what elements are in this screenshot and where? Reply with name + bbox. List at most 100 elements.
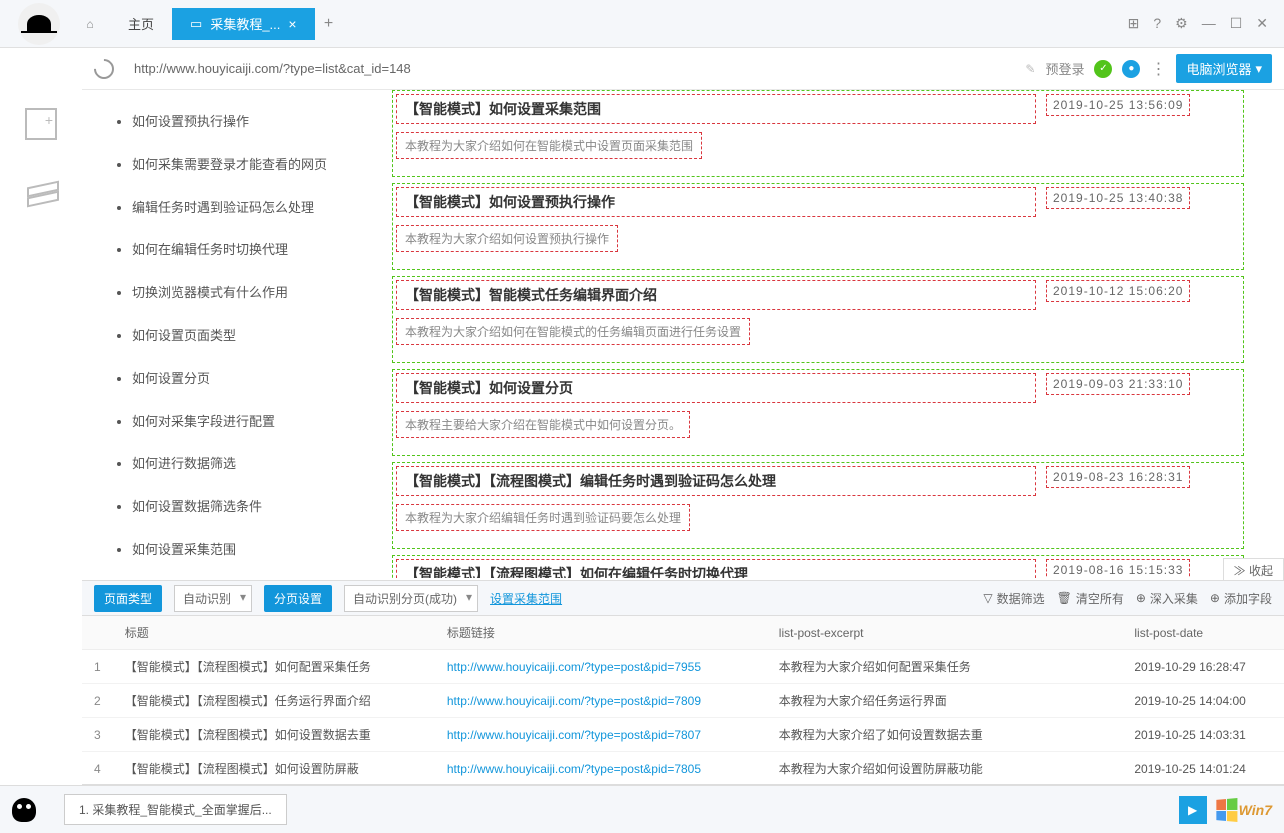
status-blue-icon[interactable]: ● (1122, 60, 1140, 78)
sidebar-item[interactable]: 如何设置数据筛选条件 (132, 497, 362, 518)
close-button[interactable]: ✕ (1256, 15, 1268, 32)
table-row[interactable]: 1【智能模式】【流程图模式】如何配置采集任务http://www.houyica… (82, 650, 1284, 684)
table-row[interactable]: 2【智能模式】【流程图模式】任务运行界面介绍http://www.houyica… (82, 684, 1284, 718)
row-index: 1 (82, 650, 113, 684)
gift-icon[interactable]: ⊞ (1128, 15, 1140, 32)
post-date: 2019-10-25 13:40:38 (1046, 187, 1190, 209)
layers-icon[interactable] (27, 180, 55, 208)
reload-icon[interactable] (90, 54, 118, 82)
left-rail (0, 48, 82, 785)
status-green-icon[interactable]: ✓ (1094, 60, 1112, 78)
window-controls: ⊞ ? ⚙ — ☐ ✕ (1120, 15, 1276, 32)
post-date: 2019-10-25 13:56:09 (1046, 94, 1190, 116)
post-item: 【智能模式】智能模式任务编辑界面介绍 2019-10-12 15:06:20 本教程… (392, 276, 1244, 363)
cell-title: 【智能模式】【流程图模式】如何设置防屏蔽 (113, 752, 435, 786)
page-type-button[interactable]: 页面类型 (94, 585, 162, 612)
sidebar-item[interactable]: 编辑任务时遇到验证码怎么处理 (132, 198, 362, 219)
tab-label: 采集教程_... (210, 14, 280, 33)
cell-title: 【智能模式】【流程图模式】如何设置数据去重 (113, 718, 435, 752)
play-button[interactable]: ▶ (1179, 796, 1207, 824)
row-index: 3 (82, 718, 113, 752)
column-header[interactable]: 标题链接 (435, 616, 767, 650)
column-header[interactable]: list-post-excerpt (767, 616, 1123, 650)
cell-link[interactable]: http://www.houyicaiji.com/?type=post&pid… (435, 650, 767, 684)
post-title[interactable]: 【智能模式】如何设置采集范围 (396, 94, 1036, 124)
gear-icon[interactable]: ⚙ (1175, 15, 1188, 32)
filter-button[interactable]: ▽数据筛选 (983, 590, 1044, 607)
post-date: 2019-09-03 21:33:10 (1046, 373, 1190, 395)
post-date: 2019-08-16 15:15:33 (1046, 559, 1190, 578)
sidebar-item[interactable]: 如何进行数据筛选 (132, 454, 362, 475)
post-date: 2019-10-12 15:06:20 (1046, 280, 1190, 302)
sidebar-item[interactable]: 如何在编辑任务时切换代理 (132, 240, 362, 261)
cell-date: 2019-10-29 16:28:47 (1122, 650, 1284, 684)
post-title[interactable]: 【智能模式】智能模式任务编辑界面介绍 (396, 280, 1036, 310)
paging-set-button[interactable]: 分页设置 (264, 585, 332, 612)
avatar[interactable] (18, 3, 60, 45)
post-title[interactable]: 【智能模式】【流程图模式】如何在编辑任务时切换代理 (396, 559, 1036, 578)
post-title[interactable]: 【智能模式】如何设置预执行操作 (396, 187, 1036, 217)
close-icon[interactable]: × (288, 16, 296, 32)
post-item: 【智能模式】如何设置预执行操作 2019-10-25 13:40:38 本教程为大家… (392, 183, 1244, 270)
chevron-down-icon: ▾ (1255, 61, 1262, 77)
url-input[interactable]: http://www.houyicaiji.com/?type=list&cat… (124, 55, 1015, 83)
sidebar-item[interactable]: 切换浏览器模式有什么作用 (132, 283, 362, 304)
sidebar-item[interactable]: 如何采集需要登录才能查看的网页 (132, 155, 362, 176)
cell-title: 【智能模式】【流程图模式】任务运行界面介绍 (113, 684, 435, 718)
window-icon: ▭ (190, 16, 202, 32)
column-header[interactable]: list-post-date (1122, 616, 1284, 650)
table-row[interactable]: 4【智能模式】【流程图模式】如何设置防屏蔽http://www.houyicai… (82, 752, 1284, 786)
sidebar-item[interactable]: 如何对采集字段进行配置 (132, 412, 362, 433)
cell-link[interactable]: http://www.houyicaiji.com/?type=post&pid… (435, 684, 767, 718)
link-icon: ⊕ (1136, 591, 1146, 605)
bottom-tab[interactable]: 1. 采集教程_智能模式_全面掌握后... (64, 794, 287, 825)
post-item: 【智能模式】如何设置分页 2019-09-03 21:33:10 本教程主要给大家介… (392, 369, 1244, 456)
paging-auto-select[interactable]: 自动识别分页(成功) (344, 585, 478, 612)
post-excerpt: 本教程为大家介绍如何在智能模式中设置页面采集范围 (396, 132, 702, 159)
column-header[interactable]: 标题 (113, 616, 435, 650)
new-tab-button[interactable]: + (315, 10, 343, 38)
browser-mode-button[interactable]: 电脑浏览器▾ (1176, 54, 1272, 83)
cell-date: 2019-10-25 14:04:00 (1122, 684, 1284, 718)
row-index: 4 (82, 752, 113, 786)
win7-logo: Win7 (1215, 799, 1272, 821)
trash-icon: 🗑 (1057, 591, 1072, 605)
address-bar: http://www.houyicaiji.com/?type=list&cat… (82, 48, 1284, 90)
add-field-button[interactable]: ⊕添加字段 (1210, 590, 1272, 607)
toolbar: 页面类型 自动识别 分页设置 自动识别分页(成功) 设置采集范围 ▽数据筛选 🗑… (82, 580, 1284, 616)
qq-icon[interactable] (12, 798, 36, 822)
clear-button[interactable]: 🗑清空所有 (1057, 590, 1124, 607)
data-table: 标题标题链接list-post-excerptlist-post-date 1【… (82, 616, 1284, 785)
cell-link[interactable]: http://www.houyicaiji.com/?type=post&pid… (435, 718, 767, 752)
more-icon[interactable]: ⋮ (1150, 59, 1166, 79)
tab-active[interactable]: ▭ 采集教程_... × (172, 8, 315, 40)
post-excerpt: 本教程为大家介绍如何设置预执行操作 (396, 225, 618, 252)
post-excerpt: 本教程主要给大家介绍在智能模式中如何设置分页。 (396, 411, 690, 438)
help-icon[interactable]: ? (1153, 15, 1161, 32)
sidebar-item[interactable]: 如何设置页面类型 (132, 326, 362, 347)
home-icon[interactable]: ⌂ (76, 10, 104, 38)
pre-login-button[interactable]: 预登录 (1045, 59, 1084, 78)
post-title[interactable]: 【智能模式】【流程图模式】编辑任务时遇到验证码怎么处理 (396, 466, 1036, 496)
set-scope-link[interactable]: 设置采集范围 (490, 590, 562, 607)
deep-button[interactable]: ⊕深入采集 (1136, 590, 1198, 607)
bottom-bar: 1. 采集教程_智能模式_全面掌握后... ▶ Win7 (0, 785, 1284, 833)
cell-excerpt: 本教程为大家介绍任务运行界面 (767, 684, 1123, 718)
tab-home[interactable]: 主页 (110, 8, 172, 40)
sidebar-item[interactable]: 如何设置采集范围 (132, 540, 362, 561)
edit-icon[interactable]: ✎ (1025, 62, 1035, 76)
auto-detect-select[interactable]: 自动识别 (174, 585, 252, 612)
post-item: 【智能模式】【流程图模式】编辑任务时遇到验证码怎么处理 2019-08-23 16… (392, 462, 1244, 549)
new-file-icon[interactable] (25, 108, 57, 140)
sidebar-item[interactable]: 如何设置预执行操作 (132, 112, 362, 133)
filter-icon: ▽ (983, 591, 992, 605)
table-row[interactable]: 3【智能模式】【流程图模式】如何设置数据去重http://www.houyica… (82, 718, 1284, 752)
sidebar-item[interactable]: 如何设置分页 (132, 369, 362, 390)
maximize-button[interactable]: ☐ (1230, 15, 1243, 32)
post-title[interactable]: 【智能模式】如何设置分页 (396, 373, 1036, 403)
cell-title: 【智能模式】【流程图模式】如何配置采集任务 (113, 650, 435, 684)
post-excerpt: 本教程为大家介绍如何在智能模式的任务编辑页面进行任务设置 (396, 318, 750, 345)
minimize-button[interactable]: — (1202, 15, 1216, 32)
cell-link[interactable]: http://www.houyicaiji.com/?type=post&pid… (435, 752, 767, 786)
post-date: 2019-08-23 16:28:31 (1046, 466, 1190, 488)
